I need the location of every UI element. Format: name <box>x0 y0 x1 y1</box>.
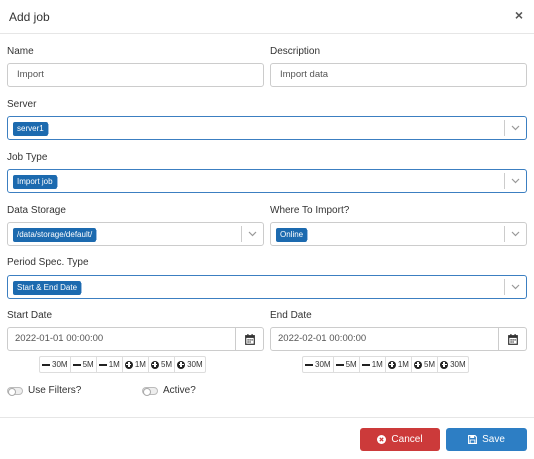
modal-title: Add job <box>9 10 50 24</box>
plus-circle-icon <box>177 360 186 369</box>
server-selected-tag[interactable]: server1 <box>13 122 49 136</box>
period-spec-type-select[interactable]: Start & End Date <box>7 275 527 299</box>
end-minus-30m-button[interactable]: 30M <box>303 357 334 372</box>
chevron-down-icon[interactable] <box>504 173 526 189</box>
start-date-steppers: 30M 5M 1M 1M 5M 30M <box>39 356 206 373</box>
minus-icon <box>98 361 107 369</box>
calendar-icon <box>245 334 255 345</box>
cancel-button[interactable]: Cancel <box>360 428 440 451</box>
use-filters-toggle[interactable] <box>7 387 23 396</box>
where-to-import-label: Where To Import? <box>270 205 350 216</box>
period-spec-type-label: Period Spec. Type <box>7 257 89 268</box>
close-icon[interactable]: × <box>512 8 526 22</box>
end-date-input[interactable]: 2022-02-01 00:00:00 <box>270 327 499 351</box>
name-input[interactable]: Import <box>7 63 264 87</box>
description-input[interactable]: Import data <box>270 63 527 87</box>
times-circle-icon <box>377 435 387 444</box>
plus-circle-icon <box>440 360 449 369</box>
plus-circle-icon <box>150 360 159 369</box>
chevron-down-icon[interactable] <box>504 279 526 295</box>
server-label: Server <box>7 99 37 110</box>
start-plus-30m-button[interactable]: 30M <box>175 357 205 372</box>
end-minus-5m-button[interactable]: 5M <box>334 357 360 372</box>
end-date-calendar-button[interactable] <box>499 327 527 351</box>
calendar-icon <box>508 334 518 345</box>
job-type-label: Job Type <box>7 152 48 163</box>
start-date-input[interactable]: 2022-01-01 00:00:00 <box>7 327 236 351</box>
use-filters-label: Use Filters? <box>28 385 82 396</box>
plus-circle-icon <box>124 360 133 369</box>
end-minus-1m-button[interactable]: 1M <box>360 357 386 372</box>
plus-circle-icon <box>387 360 396 369</box>
job-type-select[interactable]: Import job <box>7 169 527 193</box>
period-spec-type-selected-tag[interactable]: Start & End Date <box>13 281 83 295</box>
modal-header: Add job × <box>0 0 534 34</box>
save-label: Save <box>482 434 505 445</box>
minus-icon <box>335 361 344 369</box>
start-minus-30m-button[interactable]: 30M <box>40 357 71 372</box>
plus-circle-icon <box>413 360 422 369</box>
start-date-label: Start Date <box>7 310 53 321</box>
start-date-calendar-button[interactable] <box>236 327 264 351</box>
chevron-down-icon[interactable] <box>504 120 526 136</box>
end-date-label: End Date <box>270 310 312 321</box>
end-plus-30m-button[interactable]: 30M <box>438 357 468 372</box>
end-date-steppers: 30M 5M 1M 1M 5M 30M <box>302 356 469 373</box>
end-plus-1m-button[interactable]: 1M <box>386 357 412 372</box>
minus-icon <box>72 361 81 369</box>
floppy-disk-icon <box>468 435 478 444</box>
start-minus-5m-button[interactable]: 5M <box>71 357 97 372</box>
start-plus-5m-button[interactable]: 5M <box>149 357 176 372</box>
description-label: Description <box>270 46 321 57</box>
data-storage-selected-tag[interactable]: /data/storage/default/ <box>13 228 98 242</box>
job-type-selected-tag[interactable]: Import job <box>13 175 58 189</box>
save-button[interactable]: Save <box>446 428 527 451</box>
chevron-down-icon[interactable] <box>241 226 263 242</box>
start-plus-1m-button[interactable]: 1M <box>123 357 149 372</box>
where-to-import-selected-tag[interactable]: Online <box>276 228 309 242</box>
where-to-import-select[interactable]: Online <box>270 222 527 246</box>
active-label: Active? <box>163 385 196 396</box>
cancel-label: Cancel <box>391 434 423 445</box>
data-storage-label: Data Storage <box>7 205 66 216</box>
active-toggle[interactable] <box>142 387 158 396</box>
start-minus-1m-button[interactable]: 1M <box>97 357 123 372</box>
minus-icon <box>42 361 50 369</box>
minus-icon <box>361 361 370 369</box>
footer-divider <box>0 417 534 418</box>
end-plus-5m-button[interactable]: 5M <box>412 357 439 372</box>
name-label: Name <box>7 46 34 57</box>
chevron-down-icon[interactable] <box>504 226 526 242</box>
server-select[interactable]: server1 <box>7 116 527 140</box>
data-storage-select[interactable]: /data/storage/default/ <box>7 222 264 246</box>
minus-icon <box>305 361 313 369</box>
